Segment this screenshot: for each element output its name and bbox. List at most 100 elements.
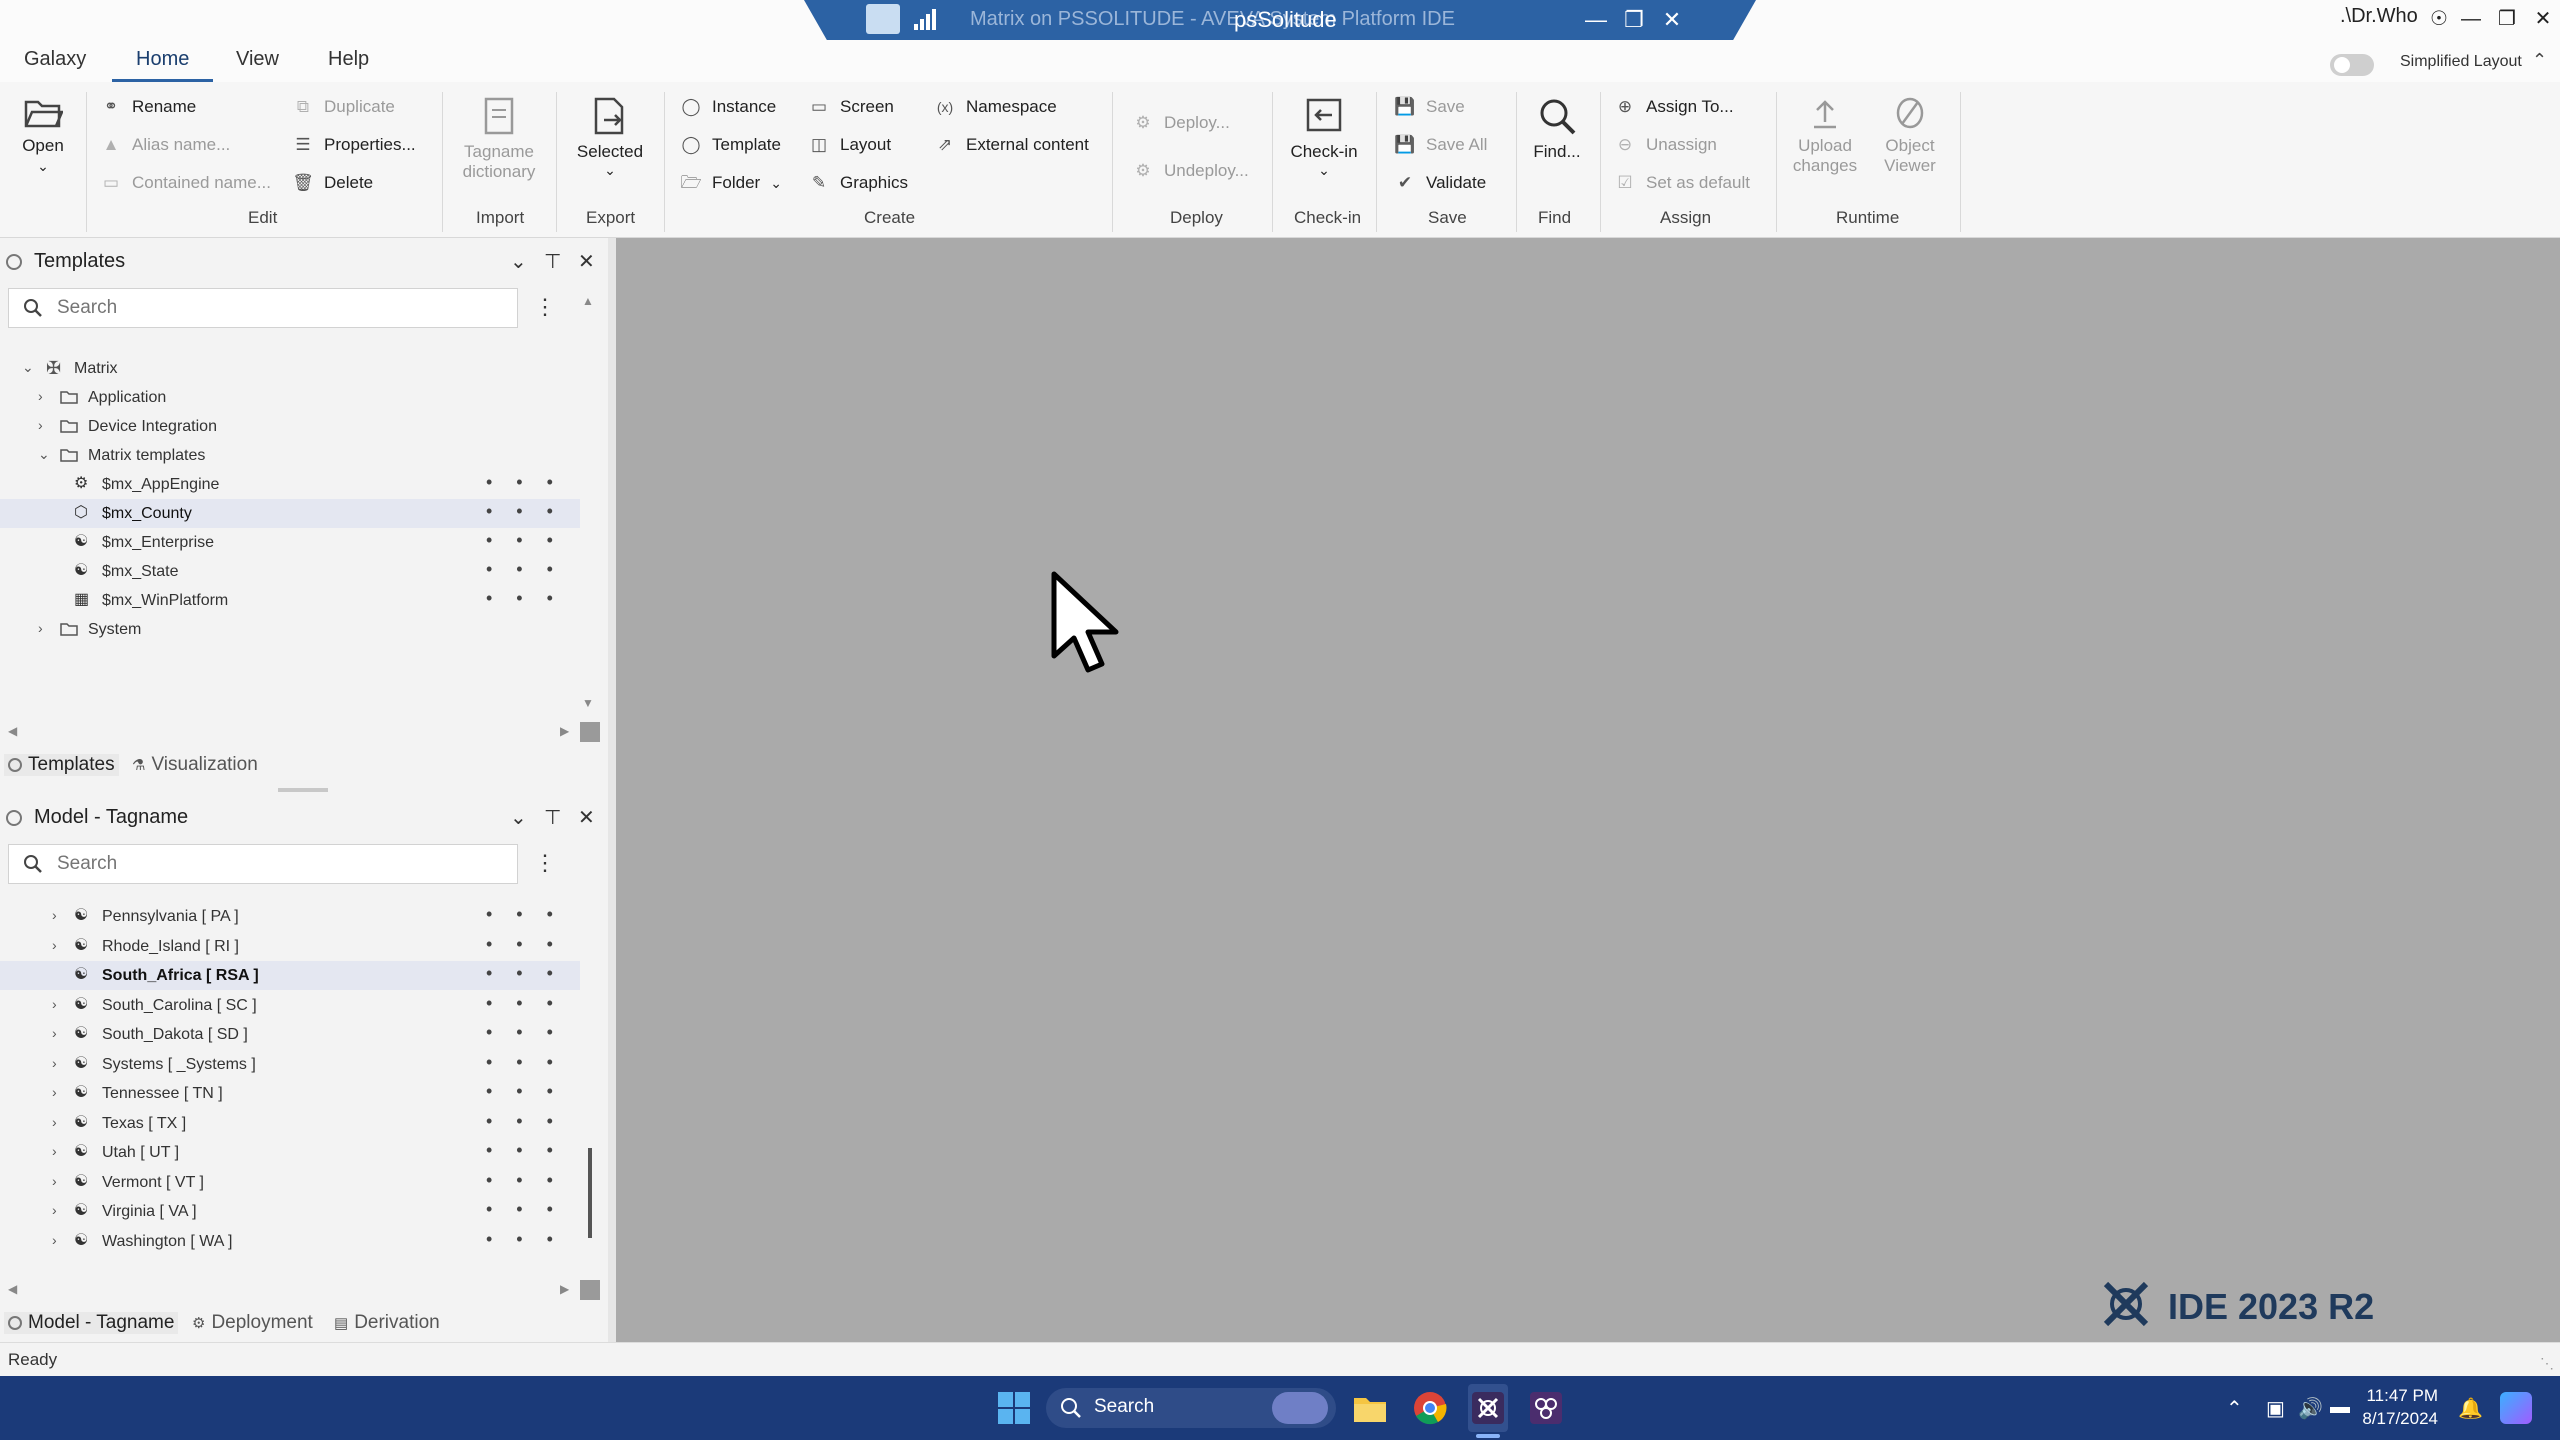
unassign-button[interactable]: ⊖ Unassign [1614,134,1717,156]
graphics-button[interactable]: ✎ Graphics [808,172,908,194]
row-actions-dots[interactable]: ••• [486,1199,577,1220]
rename-button[interactable]: ⚭ Rename [100,96,196,118]
tab-derivation[interactable]: ▤ Derivation [334,1312,440,1334]
app-icon[interactable] [866,4,900,34]
notification-bell-icon[interactable]: 🔔 [2458,1396,2483,1421]
tree-item-model-object[interactable]: › ☯ Rhode_Island [ RI ] ••• [0,932,580,961]
row-actions-dots[interactable]: ••• [486,1111,577,1132]
scroll-left-icon[interactable]: ◀ [8,1282,17,1296]
pin-icon[interactable]: ⊤ [544,249,561,274]
volume-icon[interactable]: 🔊 [2298,1396,2323,1421]
open-button[interactable]: Open ⌄ [16,96,70,175]
chevron-right-icon[interactable]: › [52,937,57,953]
model-scroll-thumb[interactable] [588,1148,592,1238]
account-icon[interactable]: ☉ [2424,4,2454,34]
row-actions-dots[interactable]: ••• [486,588,577,609]
taskbar-search[interactable]: Search [1046,1388,1336,1428]
close-icon[interactable]: ✕ [2528,4,2558,34]
row-actions-dots[interactable]: ••• [486,1140,577,1161]
tree-item-model-object[interactable]: › ☯ Vermont [ VT ] ••• [0,1168,580,1197]
more-options-icon[interactable]: ⋮ [534,294,556,324]
chevron-right-icon[interactable]: › [38,620,43,636]
chevron-right-icon[interactable]: › [52,1232,57,1248]
tab-model-tagname[interactable]: Model - Tagname [4,1312,179,1334]
check-in-button[interactable]: Check-in ⌄ [1284,96,1364,179]
tab-visualization[interactable]: ⚗ Visualization [132,754,258,776]
tree-item-matrix-templates[interactable]: ⌄ Matrix templates [0,441,580,470]
instance-button[interactable]: ◯ Instance [680,96,776,118]
tree-item-model-object[interactable]: › ☯ South_Dakota [ SD ] ••• [0,1020,580,1049]
minimize-icon[interactable]: — [2456,4,2486,34]
tagname-dictionary-button[interactable]: Tagname dictionary [454,96,544,182]
tree-item-mx-appengine[interactable]: ⚙ $mx_AppEngine ••• [0,470,580,499]
chevron-right-icon[interactable]: › [52,1114,57,1130]
tree-item-model-object[interactable]: › ☯ Systems [ _Systems ] ••• [0,1050,580,1079]
network-icon[interactable]: ▣ [2266,1396,2285,1421]
splitter-handle[interactable] [278,788,328,792]
duplicate-button[interactable]: ⧉ Duplicate [292,96,395,118]
templates-vertical-scrollbar[interactable]: ▲ ▼ [582,294,596,714]
tree-item-model-object[interactable]: ☯ South_Africa [ RSA ] ••• [0,961,580,990]
chevron-right-icon[interactable]: › [52,996,57,1012]
clock-date[interactable]: 8/17/2024 [2342,1409,2438,1429]
menu-home[interactable]: Home [112,48,214,83]
folder-button[interactable]: 🗁 Folder ⌄ [680,172,781,194]
export-selected-button[interactable]: Selected ⌄ [572,96,648,179]
chevron-right-icon[interactable]: › [52,1025,57,1041]
aveva-ide-taskbar-icon[interactable] [1470,1390,1506,1426]
object-viewer-button[interactable]: Object Viewer [1870,96,1950,176]
tree-item-model-object[interactable]: › ☯ Tennessee [ TN ] ••• [0,1079,580,1108]
dock-splitter[interactable] [608,238,616,1342]
deploy-button[interactable]: ⚙ Deploy... [1132,112,1229,134]
chevron-right-icon[interactable]: › [52,1202,57,1218]
restore-remote-icon[interactable]: ❐ [1618,4,1650,36]
menu-help[interactable]: Help [328,48,369,79]
tree-item-model-object[interactable]: › ☯ Utah [ UT ] ••• [0,1138,580,1167]
model-horizontal-scrollbar[interactable]: ◀ ▶ [8,1282,578,1300]
close-remote-icon[interactable]: ✕ [1656,4,1688,36]
tree-item-mx-winplatform[interactable]: ▦ $mx_WinPlatform ••• [0,586,580,615]
row-actions-dots[interactable]: ••• [486,934,577,955]
tree-item-model-object[interactable]: › ☯ Texas [ TX ] ••• [0,1109,580,1138]
row-actions-dots[interactable]: ••• [486,559,577,580]
scroll-right-icon[interactable]: ▶ [560,724,569,738]
row-actions-dots[interactable]: ••• [486,1052,577,1073]
external-content-button[interactable]: ⇗ External content [934,134,1089,156]
find-button[interactable]: Find... [1526,96,1588,162]
scroll-left-icon[interactable]: ◀ [8,724,17,738]
screen-button[interactable]: ▭ Screen [808,96,894,118]
set-as-default-button[interactable]: ☑ Set as default [1614,172,1750,194]
model-search[interactable] [8,844,518,884]
tab-deployment[interactable]: ⚙ Deployment [192,1312,313,1334]
row-actions-dots[interactable]: ••• [486,1022,577,1043]
maximize-icon[interactable]: ❐ [2492,4,2522,34]
row-actions-dots[interactable]: ••• [486,472,577,493]
validate-button[interactable]: ✔ Validate [1394,172,1486,194]
tree-item-model-object[interactable]: › ☯ Pennsylvania [ PA ] ••• [0,902,580,931]
app-taskbar-icon[interactable] [1528,1390,1564,1426]
simplified-layout-toggle[interactable] [2330,54,2374,76]
row-actions-dots[interactable]: ••• [486,501,577,522]
tree-item-matrix[interactable]: ⌄ ✠ Matrix [0,354,580,383]
menu-galaxy[interactable]: Galaxy [24,48,86,79]
chevron-down-icon[interactable]: ⌄ [510,805,527,830]
templates-horizontal-scrollbar[interactable]: ◀ ▶ [8,724,578,742]
tree-item-system[interactable]: › System [0,615,580,644]
tree-item-model-object[interactable]: › ☯ Virginia [ VA ] ••• [0,1197,580,1226]
file-explorer-icon[interactable] [1352,1390,1388,1426]
scroll-right-icon[interactable]: ▶ [560,1282,569,1296]
tree-item-mx-state[interactable]: ☯ $mx_State ••• [0,557,580,586]
undeploy-button[interactable]: ⚙ Undeploy... [1132,160,1248,182]
upload-changes-button[interactable]: Upload changes [1786,96,1864,176]
chevron-right-icon[interactable]: › [52,907,57,923]
menu-view[interactable]: View [236,48,279,79]
row-actions-dots[interactable]: ••• [486,1170,577,1191]
contained-name-button[interactable]: ▭ Contained name... [100,172,271,194]
template-button[interactable]: ◯ Template [680,134,781,156]
more-options-icon[interactable]: ⋮ [534,850,556,880]
tree-item-mx-enterprise[interactable]: ☯ $mx_Enterprise ••• [0,528,580,557]
tab-templates[interactable]: Templates [4,754,119,776]
tree-item-application[interactable]: › Application [0,383,580,412]
templates-search-input[interactable] [57,295,497,321]
chevron-right-icon[interactable]: › [52,1084,57,1100]
